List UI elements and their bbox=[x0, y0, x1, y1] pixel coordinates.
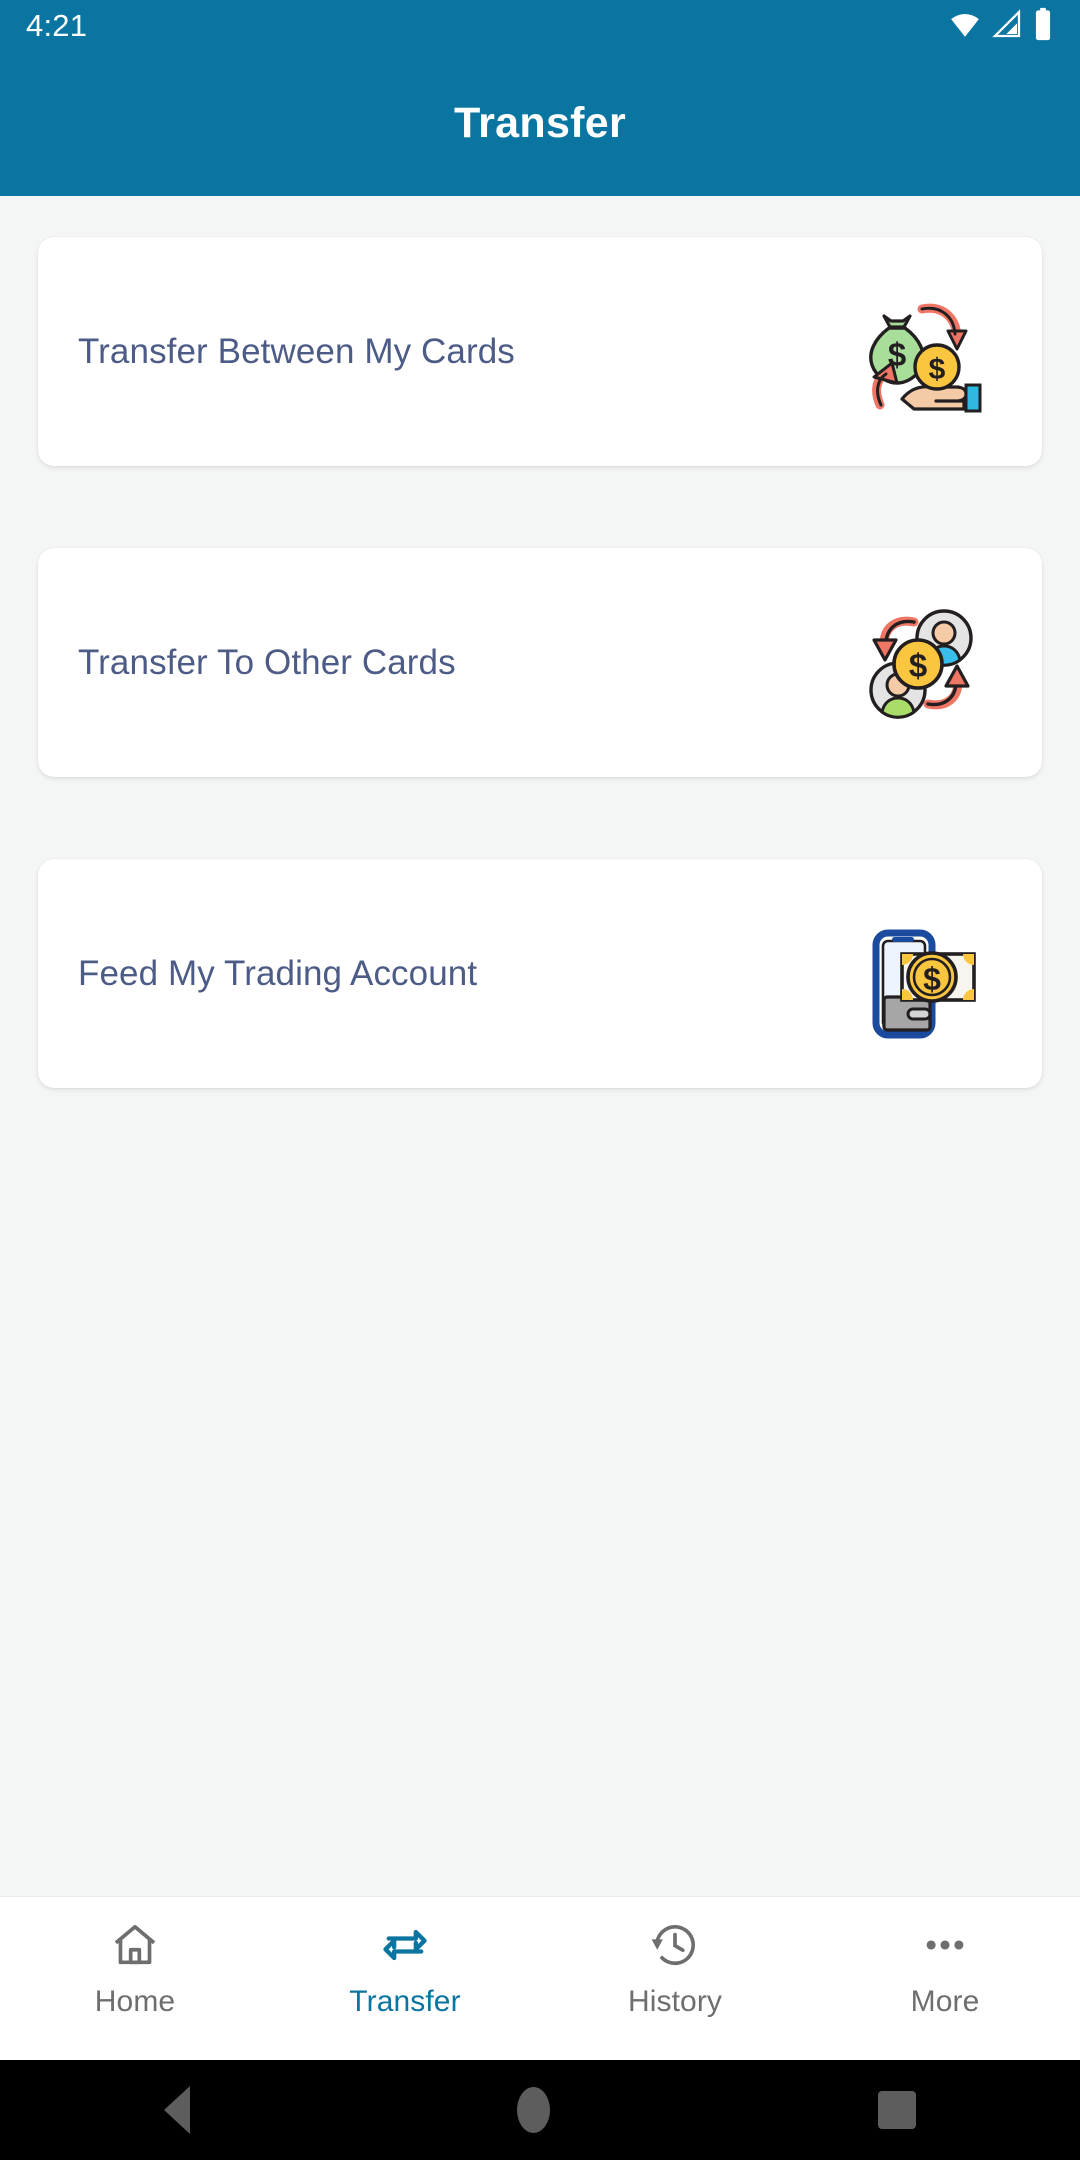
transfer-icon bbox=[379, 1919, 431, 1971]
svg-text:$: $ bbox=[929, 353, 946, 386]
people-exchange-coin-icon: $ bbox=[856, 598, 986, 728]
phone-wallet-banknote-coin-icon: $ bbox=[856, 909, 986, 1039]
nav-item-home[interactable]: Home bbox=[0, 1919, 270, 2019]
nav-item-more[interactable]: More bbox=[810, 1919, 1080, 2019]
nav-label: More bbox=[910, 1985, 980, 2018]
content-area: Transfer Between My Cards $ $ Transfer T… bbox=[0, 196, 1080, 1896]
card-transfer-between-my-cards[interactable]: Transfer Between My Cards $ $ bbox=[38, 237, 1042, 466]
card-transfer-to-other-cards[interactable]: Transfer To Other Cards $ bbox=[38, 548, 1042, 777]
more-icon bbox=[919, 1919, 971, 1971]
card-label: Feed My Trading Account bbox=[78, 953, 478, 993]
home-icon bbox=[109, 1919, 161, 1971]
bottom-navigation-bar: Home Transfer History More bbox=[0, 1896, 1080, 2060]
back-button[interactable] bbox=[163, 2086, 190, 2134]
status-icons bbox=[948, 7, 1054, 46]
history-icon bbox=[649, 1919, 701, 1971]
money-bag-to-hand-coin-icon: $ $ bbox=[856, 287, 986, 417]
nav-item-transfer[interactable]: Transfer bbox=[270, 1919, 540, 2019]
nav-label: History bbox=[627, 1985, 723, 2018]
nav-label: Transfer bbox=[349, 1985, 461, 2018]
phone-screen: Transfer 4:21 Transfer Between My Cards … bbox=[0, 0, 1080, 2160]
card-label: Transfer Between My Cards bbox=[78, 331, 515, 371]
nav-item-history[interactable]: History bbox=[540, 1919, 810, 2019]
cellular-signal-icon bbox=[991, 8, 1023, 45]
status-time: 4:21 bbox=[26, 8, 88, 43]
svg-text:$: $ bbox=[909, 647, 927, 684]
card-feed-my-trading-account[interactable]: Feed My Trading Account $ bbox=[38, 859, 1042, 1088]
battery-icon bbox=[1032, 7, 1054, 46]
status-bar: 4:21 bbox=[0, 0, 1080, 52]
card-label: Transfer To Other Cards bbox=[78, 642, 456, 682]
page-title: Transfer bbox=[453, 99, 627, 147]
recents-button[interactable] bbox=[878, 2091, 917, 2129]
android-system-nav bbox=[0, 2060, 1080, 2160]
wifi-icon bbox=[948, 7, 982, 46]
svg-text:$: $ bbox=[923, 961, 941, 997]
nav-label: Home bbox=[94, 1985, 176, 2018]
home-button[interactable] bbox=[517, 2087, 551, 2133]
